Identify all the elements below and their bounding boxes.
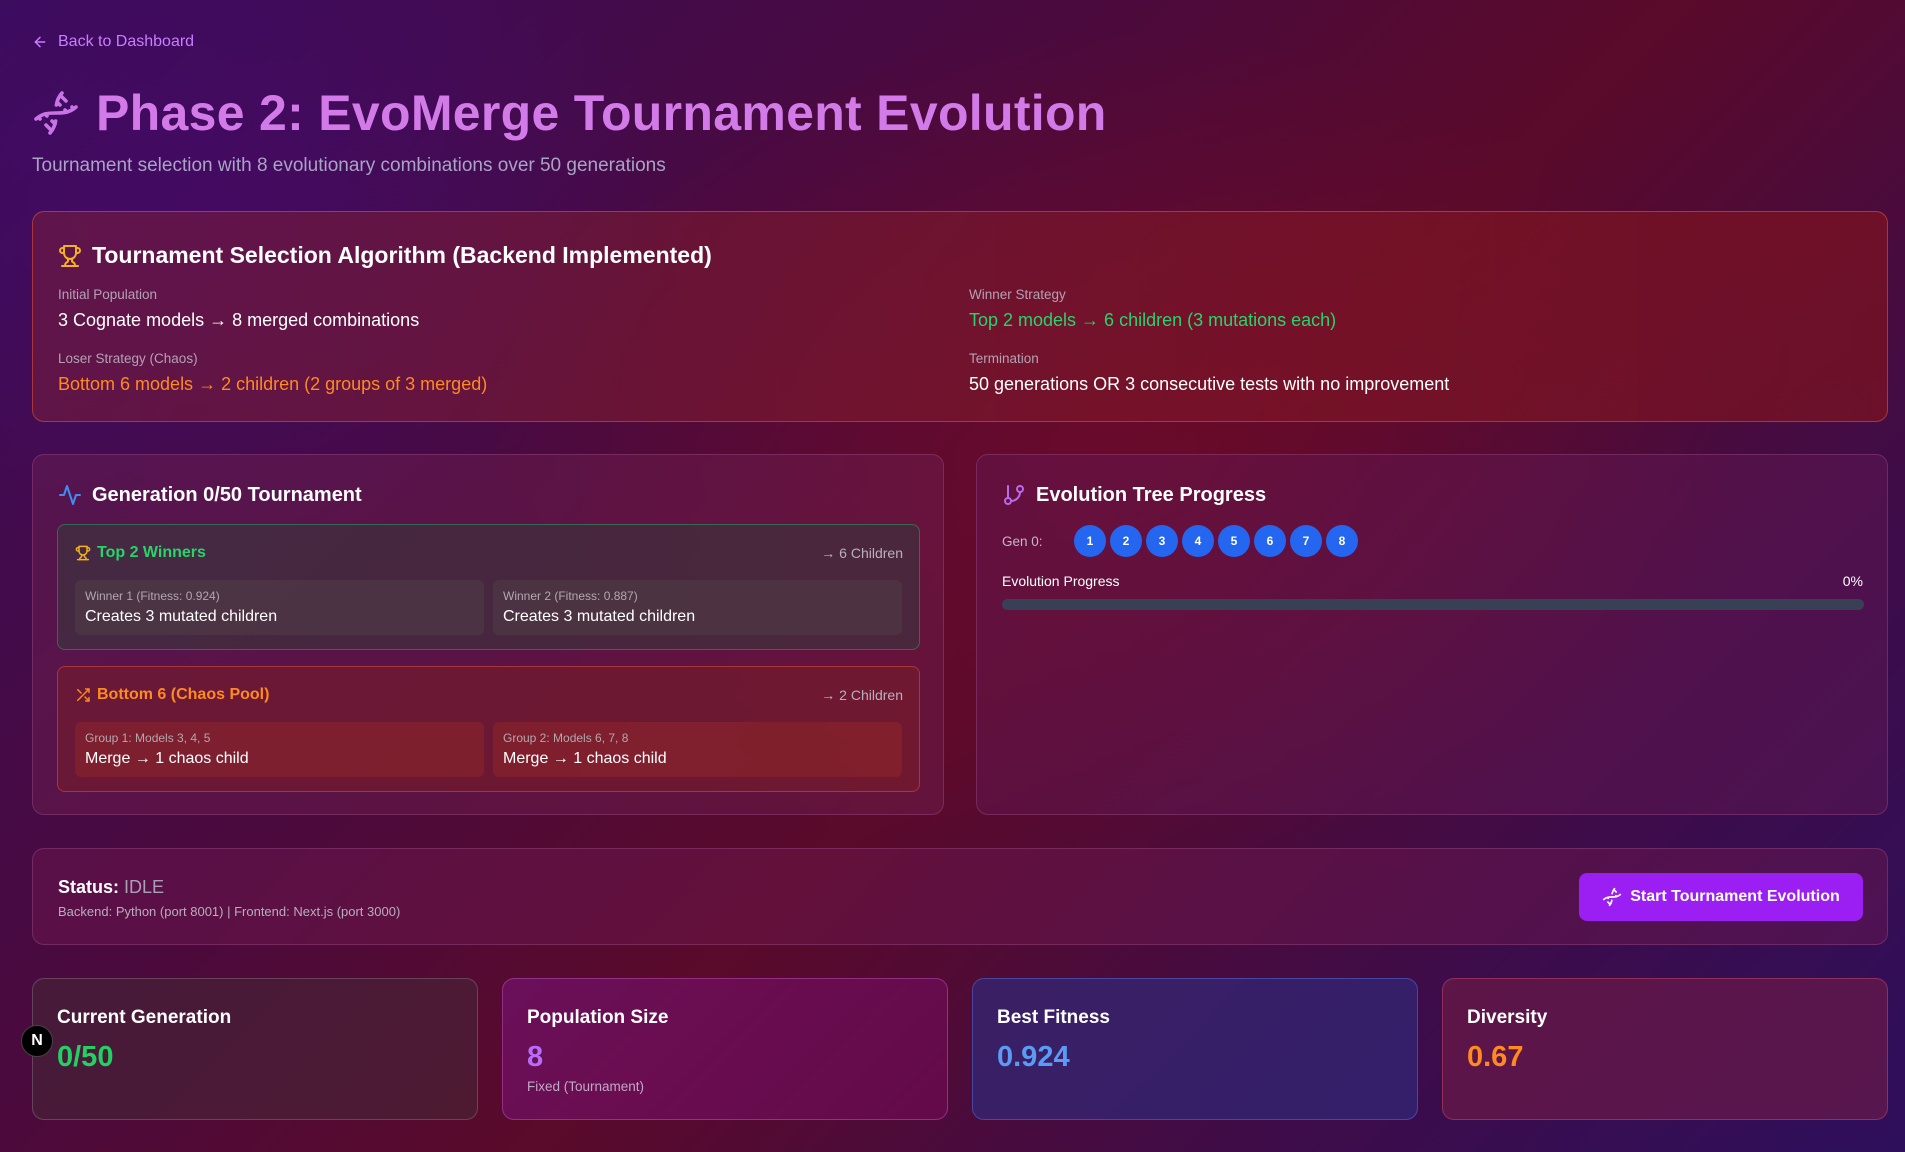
tree-title: Evolution Tree Progress (1036, 483, 1267, 506)
winner-2-value: Creates 3 mutated children (503, 608, 696, 625)
arrow-left-icon (34, 36, 46, 48)
generation-0-row: Gen 0: 1 2 3 4 5 6 7 8 (1002, 525, 1362, 557)
stat-current-generation: Current Generation 0/50 (32, 978, 478, 1120)
start-tournament-button[interactable]: Start Tournament Evolution (1579, 873, 1863, 921)
stat-value: 0/50 (57, 1041, 114, 1073)
stat-value: 0.924 (997, 1041, 1070, 1073)
generation-title: Generation 0/50 Tournament (92, 483, 362, 506)
termination-value: 50 generations OR 3 consecutive tests wi… (969, 374, 1450, 394)
generation-card: Generation 0/50 Tournament Top 2 Winners… (32, 454, 944, 815)
dna-icon (34, 91, 78, 135)
loser-strategy: Loser Strategy (Chaos) Bottom 6 models →… (58, 351, 487, 395)
progress-percent: 0% (1842, 573, 1863, 589)
tree-node[interactable]: 3 (1146, 525, 1178, 557)
stat-subtext: Fixed (Tournament) (527, 1079, 645, 1094)
initial-population: Initial Population 3 Cognate models → 8 … (58, 287, 419, 331)
winner-strategy-label: Winner Strategy (969, 287, 1066, 302)
stat-value: 8 (527, 1041, 544, 1073)
termination: Termination 50 generations OR 3 consecut… (969, 351, 1449, 395)
stat-diversity: Diversity 0.67 (1442, 978, 1888, 1120)
stat-label: Population Size (527, 1007, 669, 1028)
status-value: IDLE (124, 877, 165, 897)
initial-population-label: Initial Population (58, 287, 158, 302)
winner-1-label: Winner 1 (Fitness: 0.924) (85, 589, 220, 603)
stat-label: Diversity (1467, 1007, 1548, 1028)
winner-2-label: Winner 2 (Fitness: 0.887) (503, 589, 638, 603)
loser-strategy-label: Loser Strategy (Chaos) (58, 351, 198, 366)
chaos-title: Bottom 6 (Chaos Pool) (97, 686, 270, 703)
status-details: Backend: Python (port 8001) | Frontend: … (58, 904, 401, 919)
progress-label: Evolution Progress (1002, 573, 1120, 589)
stat-best-fitness: Best Fitness 0.924 (972, 978, 1418, 1120)
winner-strategy: Winner Strategy Top 2 models → 6 childre… (969, 287, 1336, 331)
winner-2-card: Winner 2 (Fitness: 0.887) Creates 3 muta… (493, 580, 902, 635)
initial-population-value: 3 Cognate models → 8 merged combinations (58, 310, 420, 330)
gen-label: Gen 0: (1002, 533, 1043, 549)
tree-node[interactable]: 4 (1182, 525, 1214, 557)
loser-strategy-value: Bottom 6 models → 2 children (2 groups o… (58, 374, 488, 394)
tree-node[interactable]: 7 (1290, 525, 1322, 557)
tree-node[interactable]: 8 (1326, 525, 1358, 557)
winner-strategy-value: Top 2 models → 6 children (3 mutations e… (969, 310, 1337, 330)
page-title: Phase 2: EvoMerge Tournament Evolution (96, 85, 1107, 141)
chaos-children: → 2 Children (821, 687, 903, 703)
tree-node[interactable]: 2 (1110, 525, 1142, 557)
chaos-group-2-label: Group 2: Models 6, 7, 8 (503, 731, 629, 745)
activity-icon (59, 485, 81, 505)
chaos-pool-box: Bottom 6 (Chaos Pool) → 2 Children Group… (57, 666, 920, 792)
tree-heading: Evolution Tree Progress (1002, 483, 1266, 507)
back-link-label: Back to Dashboard (58, 33, 195, 50)
winners-title: Top 2 Winners (97, 544, 206, 561)
stat-population-size: Population Size 8 Fixed (Tournament) (502, 978, 948, 1120)
winners-children: → 6 Children (821, 545, 903, 561)
nextjs-dev-badge[interactable]: N (21, 1025, 53, 1057)
status-line: Status: IDLE (58, 877, 164, 898)
status-label: Status: (58, 877, 120, 897)
algorithm-card: Tournament Selection Algorithm (Backend … (32, 211, 1888, 422)
chaos-group-2-value: Merge → 1 chaos child (503, 750, 667, 767)
evolution-tree-card: Evolution Tree Progress Gen 0: 1 2 3 4 5… (976, 454, 1888, 815)
winner-1-value: Creates 3 mutated children (85, 608, 278, 625)
progress-bar (1002, 599, 1864, 610)
chaos-heading: Bottom 6 (Chaos Pool) (75, 686, 269, 704)
chaos-group-2-card: Group 2: Models 6, 7, 8 Merge → 1 chaos … (493, 722, 902, 777)
trophy-icon (59, 244, 81, 267)
start-button-label: Start Tournament Evolution (1630, 888, 1840, 905)
tree-node[interactable]: 5 (1218, 525, 1250, 557)
tree-node[interactable]: 6 (1254, 525, 1286, 557)
trophy-icon (75, 545, 91, 561)
winners-box: Top 2 Winners → 6 Children Winner 1 (Fit… (57, 524, 920, 650)
dna-icon (1603, 887, 1622, 907)
chaos-group-1-card: Group 1: Models 3, 4, 5 Merge → 1 chaos … (75, 722, 484, 777)
winners-heading: Top 2 Winners (75, 544, 206, 562)
back-to-dashboard-link[interactable]: Back to Dashboard (32, 33, 194, 51)
stat-label: Best Fitness (997, 1007, 1110, 1028)
generation-heading: Generation 0/50 Tournament (58, 483, 362, 507)
status-card: Status: IDLE Backend: Python (port 8001)… (32, 848, 1888, 945)
algorithm-heading: Tournament Selection Algorithm (Backend … (58, 242, 712, 269)
winner-1-card: Winner 1 (Fitness: 0.924) Creates 3 muta… (75, 580, 484, 635)
git-branch-icon (1004, 485, 1024, 505)
shuffle-icon (76, 688, 90, 702)
termination-label: Termination (969, 351, 1039, 366)
stat-value: 0.67 (1467, 1041, 1524, 1073)
chaos-group-1-value: Merge → 1 chaos child (85, 750, 249, 767)
algorithm-title: Tournament Selection Algorithm (Backend … (92, 242, 712, 268)
page-header: Phase 2: EvoMerge Tournament Evolution (32, 84, 1107, 142)
tree-node[interactable]: 1 (1074, 525, 1106, 557)
page-subtitle: Tournament selection with 8 evolutionary… (32, 155, 666, 176)
stat-label: Current Generation (57, 1007, 232, 1028)
chaos-group-1-label: Group 1: Models 3, 4, 5 (85, 731, 211, 745)
